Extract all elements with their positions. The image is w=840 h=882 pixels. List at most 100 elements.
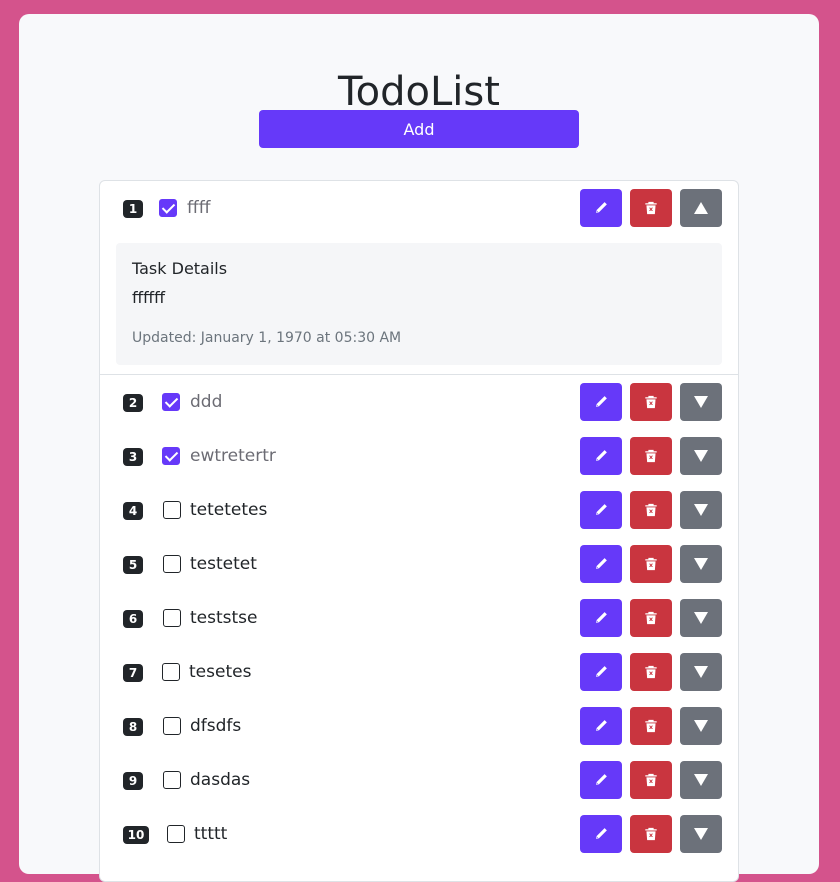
todo-card: TodoList Add 1 ffff Task Details ffffff … (19, 14, 819, 882)
delete-button[interactable] (630, 707, 672, 745)
expand-button[interactable] (680, 761, 722, 799)
triangle-down-icon (694, 720, 708, 732)
add-button[interactable]: Add (259, 110, 579, 148)
todo-number-badge: 5 (123, 556, 143, 574)
todo-row: 8 dfsdfs (100, 699, 738, 753)
triangle-down-icon (694, 774, 708, 786)
delete-button[interactable] (630, 383, 672, 421)
todo-checkbox[interactable] (163, 609, 181, 627)
edit-button[interactable] (580, 383, 622, 421)
expand-button[interactable] (680, 491, 722, 529)
trash-icon (645, 719, 657, 733)
trash-icon (645, 503, 657, 517)
edit-button[interactable] (580, 761, 622, 799)
triangle-down-icon (694, 558, 708, 570)
trash-icon (645, 201, 657, 215)
pencil-icon (596, 504, 607, 515)
pencil-icon (596, 666, 607, 677)
delete-button[interactable] (630, 815, 672, 853)
todo-number-badge: 8 (123, 718, 143, 736)
expand-button[interactable] (680, 815, 722, 853)
expand-button[interactable] (680, 707, 722, 745)
todo-checkbox[interactable] (163, 717, 181, 735)
pencil-icon (596, 720, 607, 731)
todo-number-badge: 2 (123, 394, 143, 412)
todo-row: 9 dasdas (100, 753, 738, 807)
todo-number-badge: 4 (123, 502, 143, 520)
triangle-down-icon (694, 612, 708, 624)
delete-button[interactable] (630, 491, 672, 529)
todo-checkbox[interactable] (163, 555, 181, 573)
pencil-icon (596, 558, 607, 569)
trash-icon (645, 449, 657, 463)
triangle-down-icon (694, 504, 708, 516)
triangle-down-icon (694, 450, 708, 462)
details-description: ffffff (132, 288, 166, 307)
delete-button[interactable] (630, 761, 672, 799)
edit-button[interactable] (580, 189, 622, 227)
edit-button[interactable] (580, 545, 622, 583)
todo-number-badge: 10 (123, 826, 149, 844)
todo-row: 4 tetetetes (100, 483, 738, 537)
task-details-panel: Task Details ffffff Updated: January 1, … (116, 243, 722, 365)
edit-button[interactable] (580, 815, 622, 853)
edit-button[interactable] (580, 599, 622, 637)
todo-checkbox[interactable] (163, 771, 181, 789)
details-heading: Task Details (132, 259, 228, 278)
triangle-down-icon (694, 666, 708, 678)
todo-checkbox[interactable] (159, 199, 177, 217)
edit-button[interactable] (580, 437, 622, 475)
todo-number-badge: 6 (123, 610, 143, 628)
expand-button[interactable] (680, 545, 722, 583)
expand-button[interactable] (680, 599, 722, 637)
todo-checkbox[interactable] (162, 393, 180, 411)
delete-button[interactable] (630, 545, 672, 583)
triangle-down-icon (694, 396, 708, 408)
trash-icon (645, 665, 657, 679)
trash-icon (645, 611, 657, 625)
edit-button[interactable] (580, 707, 622, 745)
todo-checkbox[interactable] (162, 663, 180, 681)
todo-label: ttttt (194, 824, 228, 844)
todo-label: dfsdfs (190, 716, 242, 736)
pencil-icon (596, 612, 607, 623)
todo-number-badge: 1 (123, 200, 143, 218)
trash-icon (645, 773, 657, 787)
todo-row: 1 ffff (100, 181, 738, 235)
todo-row: 5 testetet (100, 537, 738, 591)
expand-button[interactable] (680, 653, 722, 691)
trash-icon (645, 395, 657, 409)
triangle-down-icon (694, 828, 708, 840)
delete-button[interactable] (630, 437, 672, 475)
expand-button[interactable] (680, 437, 722, 475)
edit-button[interactable] (580, 653, 622, 691)
pencil-icon (596, 828, 607, 839)
delete-button[interactable] (630, 189, 672, 227)
trash-icon (645, 557, 657, 571)
todo-checkbox[interactable] (163, 501, 181, 519)
todo-row: 3 ewtretertr (100, 429, 738, 483)
todo-label: testetet (190, 554, 257, 574)
todo-checkbox[interactable] (167, 825, 185, 843)
expand-button[interactable] (680, 383, 722, 421)
todo-label: teststse (190, 608, 258, 628)
todo-row: 7 tesetes (100, 645, 738, 699)
pencil-icon (596, 202, 607, 213)
triangle-up-icon (694, 202, 708, 214)
todo-label: ewtretertr (190, 446, 276, 466)
edit-button[interactable] (580, 491, 622, 529)
pencil-icon (596, 396, 607, 407)
collapse-button[interactable] (680, 189, 722, 227)
todo-row: 6 teststse (100, 591, 738, 645)
todo-checkbox[interactable] (162, 447, 180, 465)
todo-label: dasdas (190, 770, 251, 790)
todo-row: 2 ddd (100, 375, 738, 429)
delete-button[interactable] (630, 599, 672, 637)
todo-label: tetetetes (190, 500, 268, 520)
todo-row: 10 ttttt (100, 807, 738, 861)
pencil-icon (596, 774, 607, 785)
trash-icon (645, 827, 657, 841)
delete-button[interactable] (630, 653, 672, 691)
todo-number-badge: 3 (123, 448, 143, 466)
todo-label: ffff (187, 198, 211, 218)
